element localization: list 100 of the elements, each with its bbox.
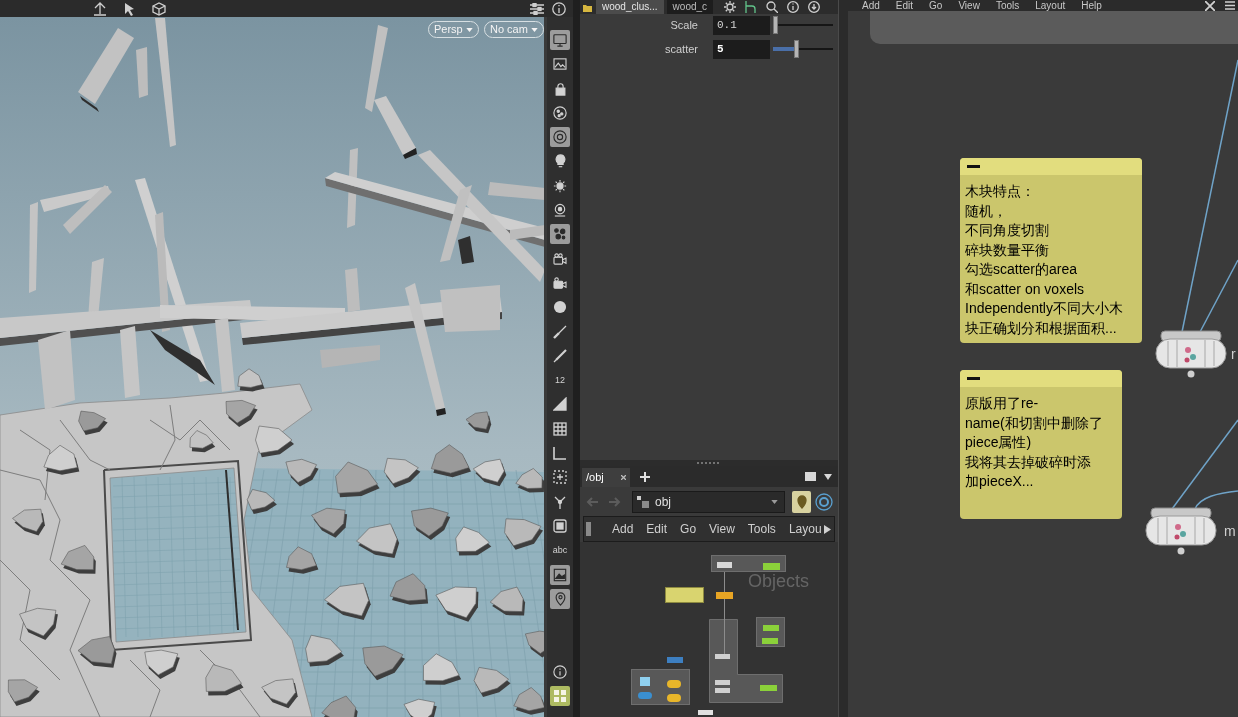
- menu-item[interactable]: Tools: [747, 523, 776, 535]
- camera-icon: [553, 252, 567, 265]
- info-icon[interactable]: [552, 1, 566, 16]
- grid-icon: [553, 421, 567, 436]
- lock-icon: [554, 81, 566, 96]
- network-node[interactable]: [667, 680, 681, 688]
- sliders-icon[interactable]: [530, 2, 544, 15]
- picture-icon: [553, 567, 567, 582]
- value-field[interactable]: 0.1: [713, 15, 770, 35]
- plus-icon[interactable]: [640, 471, 650, 482]
- network-node[interactable]: [762, 638, 778, 644]
- network-node[interactable]: [715, 688, 730, 693]
- slider-track[interactable]: [773, 40, 833, 58]
- bracket-icon[interactable]: [745, 1, 758, 13]
- network-node[interactable]: [763, 625, 779, 631]
- caret-icon: [530, 27, 538, 32]
- square-icon: [553, 518, 567, 533]
- gear-icon[interactable]: [724, 1, 737, 13]
- network-box[interactable]: [709, 619, 783, 703]
- search-icon[interactable]: [766, 1, 779, 13]
- network-node[interactable]: [1145, 507, 1217, 555]
- toolbar-toggle[interactable]: [550, 127, 570, 148]
- value-field[interactable]: 5: [713, 39, 770, 59]
- ball-icon: [553, 105, 567, 120]
- sticky-note[interactable]: 原版用了re- name(和切割中删除了 piece属性) 我将其去掉破碎时添 加pieceX...: [960, 370, 1122, 519]
- pane-tab[interactable]: /obj: [582, 468, 630, 487]
- menu-item[interactable]: Go: [680, 523, 697, 535]
- arrows-icon[interactable]: [92, 1, 108, 16]
- menu-item[interactable]: Layout: [1035, 0, 1066, 11]
- pen-icon: [553, 348, 567, 363]
- branch-icon: [553, 494, 567, 509]
- scroll-handle-icon[interactable]: [586, 522, 591, 536]
- pin-icon: [796, 494, 807, 509]
- image-icon: [553, 58, 567, 71]
- menu-item[interactable]: View: [709, 523, 735, 535]
- caret-icon: [771, 499, 778, 504]
- note-text: 原版用了re- name(和切割中删除了 piece属性) 我将其去掉破碎时添 加pieceX...: [964, 394, 1104, 491]
- pin-icon: [554, 591, 566, 606]
- toolbar-toggle[interactable]: [550, 30, 570, 50]
- grid-icon: [553, 689, 567, 703]
- info-icon[interactable]: [787, 1, 800, 13]
- pin-toggle[interactable]: [792, 490, 811, 513]
- crosshair-icon: [553, 470, 567, 485]
- camera-icon: [553, 276, 567, 289]
- menu-item[interactable]: Go: [929, 0, 943, 11]
- node-icon: [583, 2, 592, 12]
- slider-thumb[interactable]: [772, 16, 778, 34]
- cube-icon[interactable]: [152, 1, 166, 16]
- network-node[interactable]: [667, 657, 683, 663]
- network-node[interactable]: [760, 685, 777, 691]
- menu-item[interactable]: Tools: [995, 0, 1020, 11]
- network-node[interactable]: [638, 692, 652, 699]
- network-node[interactable]: [698, 710, 713, 715]
- caret-icon[interactable]: [824, 473, 832, 480]
- toolbar-toggle[interactable]: [550, 224, 570, 245]
- dots-icon: [553, 227, 567, 242]
- sticky-note[interactable]: 木块特点： 随机， 不同角度切割 碎块数量平衡 勾选scatter的area 和scatter on voxels Independently不同大小木 块正确划分和根据面积...: [960, 158, 1142, 343]
- menu-item[interactable]: View: [958, 0, 980, 11]
- target-icon[interactable]: [815, 492, 833, 511]
- node-icon: [637, 495, 649, 508]
- network-node[interactable]: [717, 562, 732, 568]
- toolbar-toggle[interactable]: 12: [550, 370, 570, 391]
- menu-item[interactable]: Add: [612, 523, 634, 535]
- pane-tab[interactable]: wood_c: [666, 0, 714, 14]
- menu-item[interactable]: Layou: [788, 523, 822, 535]
- more-arrow-icon[interactable]: [824, 524, 831, 534]
- path-dropdown[interactable]: obj: [632, 490, 785, 513]
- network-node[interactable]: [715, 654, 730, 659]
- menu-item[interactable]: Edit: [895, 0, 914, 11]
- network-node[interactable]: [640, 677, 650, 686]
- cursor-icon[interactable]: [124, 1, 136, 16]
- brush-icon: [553, 324, 567, 339]
- slider-thumb[interactable]: [793, 40, 799, 58]
- toolbar-toggle[interactable]: [550, 564, 570, 585]
- slider-track[interactable]: [773, 16, 833, 34]
- cross-icon[interactable]: [1205, 0, 1215, 11]
- menu-item[interactable]: Edit: [646, 523, 668, 535]
- info-icon: [553, 665, 567, 679]
- pane-tab[interactable]: wood_clus...: [596, 0, 664, 14]
- menu-item[interactable]: Help: [1081, 0, 1102, 11]
- toolbar-toggle[interactable]: [550, 686, 570, 706]
- toolbar-toggle[interactable]: [550, 588, 570, 609]
- wedge-icon: [553, 397, 567, 412]
- screen-icon: [553, 33, 567, 47]
- parameter-label: Scale: [669, 17, 698, 33]
- network-node[interactable]: [667, 694, 681, 702]
- ring-icon: [553, 130, 567, 145]
- menu-item[interactable]: Add: [862, 0, 880, 11]
- list-icon[interactable]: [1225, 1, 1235, 10]
- parameter-label: scatter: [664, 41, 698, 57]
- network-node[interactable]: [763, 563, 780, 570]
- toolbar-toggle[interactable]: [550, 662, 570, 682]
- corner-icon: [553, 446, 567, 461]
- bulb-icon: [554, 154, 566, 169]
- network-node[interactable]: [715, 680, 730, 685]
- network-node[interactable]: [1155, 330, 1227, 378]
- network-node[interactable]: [716, 592, 733, 599]
- node-label: r: [1231, 346, 1236, 362]
- toolbar-toggle[interactable]: abc: [550, 540, 570, 561]
- down-arrow-circle-icon[interactable]: [808, 1, 821, 13]
